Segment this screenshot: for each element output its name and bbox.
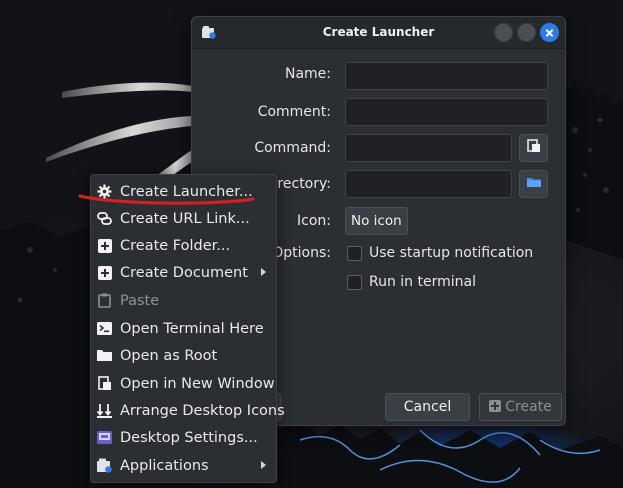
command-label: Command:	[254, 140, 331, 156]
arrange-icon	[97, 403, 112, 418]
minimize-button[interactable]	[494, 23, 513, 42]
create-button-label: Create	[505, 399, 552, 415]
close-button[interactable]	[540, 23, 559, 42]
menu-item-label: Create Folder...	[120, 237, 231, 254]
name-field[interactable]	[345, 62, 548, 90]
comment-field[interactable]	[345, 98, 548, 126]
add-folder-icon	[97, 238, 112, 253]
settings-icon	[97, 430, 112, 445]
startup-notification-option[interactable]: Use startup notification	[347, 243, 533, 263]
menu-item-label: Applications	[120, 457, 209, 474]
startup-notification-text: Use startup notification	[369, 245, 534, 261]
name-label: Name:	[284, 66, 331, 82]
desktop-context-menu: Create Launcher... Create URL Link... Cr…	[90, 174, 285, 483]
run-in-terminal-option[interactable]: Run in terminal	[347, 272, 476, 292]
file-open-icon	[526, 139, 541, 157]
gear-icon	[97, 184, 112, 199]
add-document-icon	[97, 265, 112, 280]
submenu-arrow-icon	[261, 461, 266, 469]
icon-label: Icon:	[297, 213, 331, 229]
menu-item-create-document[interactable]: Create Document	[91, 259, 276, 286]
link-icon	[97, 211, 112, 226]
menu-item-label: Create Launcher...	[120, 183, 253, 200]
menu-item-paste[interactable]: Paste	[91, 287, 276, 314]
command-field[interactable]	[345, 134, 512, 162]
dialog-titlebar[interactable]: Create Launcher	[192, 17, 565, 49]
directory-label: irectory:	[273, 176, 331, 192]
menu-item-desktop-settings[interactable]: Desktop Settings...	[91, 424, 276, 451]
options-label: Options:	[272, 245, 331, 261]
folder-icon	[97, 348, 112, 363]
run-in-terminal-checkbox[interactable]	[347, 274, 362, 290]
comment-label: Comment:	[257, 104, 331, 120]
menu-item-create-launcher[interactable]: Create Launcher...	[91, 178, 276, 205]
clipboard-icon	[97, 293, 112, 308]
menu-item-label: Open in New Window	[120, 375, 275, 392]
menu-item-label: Create URL Link...	[120, 210, 250, 227]
startup-notification-checkbox[interactable]	[347, 245, 362, 261]
menu-item-create-url-link[interactable]: Create URL Link...	[91, 205, 276, 232]
menu-item-label: Paste	[120, 292, 160, 309]
browse-command-button[interactable]	[519, 134, 548, 162]
terminal-icon	[97, 321, 112, 336]
menu-item-label: Open Terminal Here	[120, 320, 264, 337]
menu-item-create-folder[interactable]: Create Folder...	[91, 232, 276, 259]
maximize-button[interactable]	[517, 23, 536, 42]
icon-chooser-button[interactable]: No icon	[345, 207, 408, 235]
menu-item-applications[interactable]: Applications	[91, 452, 276, 479]
menu-item-label: Desktop Settings...	[120, 429, 258, 446]
add-icon	[489, 400, 502, 412]
browse-directory-button[interactable]	[519, 170, 548, 198]
menu-item-open-as-root[interactable]: Open as Root	[91, 342, 276, 369]
submenu-arrow-icon	[261, 268, 266, 276]
menu-item-label: Create Document	[120, 264, 248, 281]
directory-field[interactable]	[345, 170, 512, 198]
menu-item-label: Arrange Desktop Icons	[120, 402, 285, 419]
menu-item-arrange-icons[interactable]: Arrange Desktop Icons	[91, 397, 285, 424]
run-in-terminal-text: Run in terminal	[369, 274, 476, 290]
cancel-button[interactable]: Cancel	[385, 393, 470, 421]
create-button: Create	[479, 393, 562, 421]
applications-icon	[97, 458, 112, 473]
menu-item-open-new-window[interactable]: Open in New Window	[91, 370, 276, 397]
new-window-icon	[97, 376, 112, 391]
folder-icon	[526, 176, 541, 192]
menu-item-label: Open as Root	[120, 347, 218, 364]
menu-item-open-terminal[interactable]: Open Terminal Here	[91, 315, 276, 342]
